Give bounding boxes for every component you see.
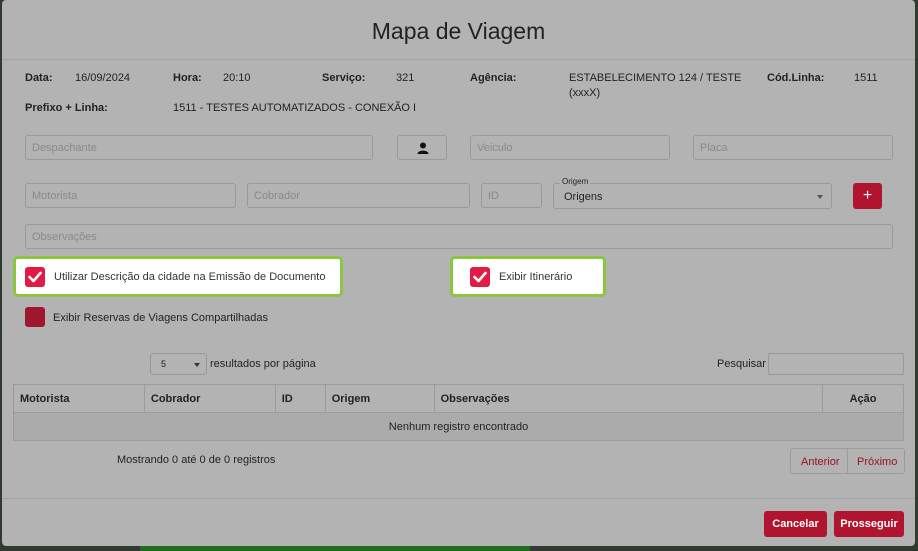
agencia-value: ESTABELECIMENTO 124 / TESTE [569,72,742,84]
descricao-cidade-checkbox[interactable] [25,267,45,287]
column-header-id[interactable]: ID [274,384,326,413]
check-icon [473,271,487,283]
prefixo-label: Prefixo + Linha: [25,102,108,114]
cobrador-field[interactable]: Cobrador [247,183,470,208]
select-person-button[interactable] [397,135,447,160]
empty-message: Nenhum registro encontrado [13,412,904,441]
agencia-label: Agência: [470,72,517,84]
prefixo-value: 1511 - TESTES AUTOMATIZADOS - CONEXÃO I [173,102,417,114]
servico-label: Serviço: [322,72,366,84]
descricao-cidade-option[interactable]: Utilizar Descrição da cidade na Emissão … [13,256,343,297]
descricao-cidade-label: Utilizar Descrição da cidade na Emissão … [54,271,326,283]
data-label: Data: [25,72,53,84]
modal-footer: Cancelar Prosseguir [2,498,915,546]
veiculo-field[interactable]: Veiculo [470,135,670,160]
column-header-cobrador[interactable]: Cobrador [143,384,276,413]
column-header-origem[interactable]: Origem [324,384,435,413]
user-icon [417,142,429,154]
origem-value: Origens [564,191,603,203]
servico-value: 321 [396,72,415,84]
agencia-value-code: (xxxX) [569,87,601,99]
add-button[interactable]: + [853,183,882,209]
column-header-motorista[interactable]: Motorista [13,384,145,413]
cancel-button[interactable]: Cancelar [764,511,827,537]
motorista-field[interactable]: Motorista [25,183,236,208]
exibir-itinerario-option[interactable]: Exibir Itinerário [450,256,606,297]
search-input[interactable] [768,353,904,375]
table-row: Nenhum registro encontrado [13,412,904,441]
pagination: Anterior Próximo [790,448,905,474]
data-value: 16/09/2024 [75,72,131,84]
chevron-down-icon [194,363,200,367]
trip-map-modal: Mapa de Viagem Data: 16/09/2024 Hora: 20… [2,0,915,546]
chevron-down-icon [817,195,823,199]
despachante-field[interactable]: Despachante [25,135,373,160]
pagination-divider [847,449,848,473]
codlinha-value: 1511 [854,72,878,84]
table-header-row: Motorista Cobrador ID Origem Observações… [13,384,904,413]
observacoes-field[interactable]: Observações [25,224,893,249]
next-page-button[interactable]: Próximo [857,456,897,468]
modal-header: Mapa de Viagem [2,0,915,60]
cobrador-placeholder: Cobrador [254,190,300,202]
search-label: Pesquisar [717,358,766,370]
exibir-itinerario-label: Exibir Itinerário [499,271,573,283]
id-placeholder: ID [488,190,499,202]
veiculo-placeholder: Veiculo [477,142,513,154]
column-header-observacoes[interactable]: Observações [433,384,824,413]
exibir-itinerario-checkbox[interactable] [470,267,490,287]
reservas-compartilhadas-checkbox[interactable] [25,307,45,327]
placa-placeholder: Placa [700,142,728,154]
page-length-label: resultados por página [210,358,316,370]
proceed-button[interactable]: Prosseguir [834,511,904,537]
motorista-placeholder: Motorista [32,190,78,202]
placa-field[interactable]: Placa [693,135,893,160]
table-info: Mostrando 0 até 0 de 0 registros [117,454,276,466]
id-field[interactable]: ID [481,183,542,208]
previous-page-button[interactable]: Anterior [801,456,840,468]
codlinha-label: Cód.Linha: [767,72,825,84]
origem-legend: Origem [560,177,591,186]
page-length-select[interactable]: 5 [150,353,207,375]
hora-value: 20:10 [223,72,251,84]
modal-title: Mapa de Viagem [371,18,546,44]
records-table: Motorista Cobrador ID Origem Observações… [13,384,904,441]
despachante-placeholder: Despachante [32,142,97,154]
hora-label: Hora: [173,72,202,84]
observacoes-placeholder: Observações [32,231,97,243]
reservas-compartilhadas-label: Exibir Reservas de Viagens Compartilhada… [53,312,269,324]
check-icon [28,271,42,283]
page-length-value: 5 [161,359,167,369]
column-header-acao[interactable]: Ação [822,384,904,413]
origem-select[interactable]: Origem Origens [553,177,832,209]
